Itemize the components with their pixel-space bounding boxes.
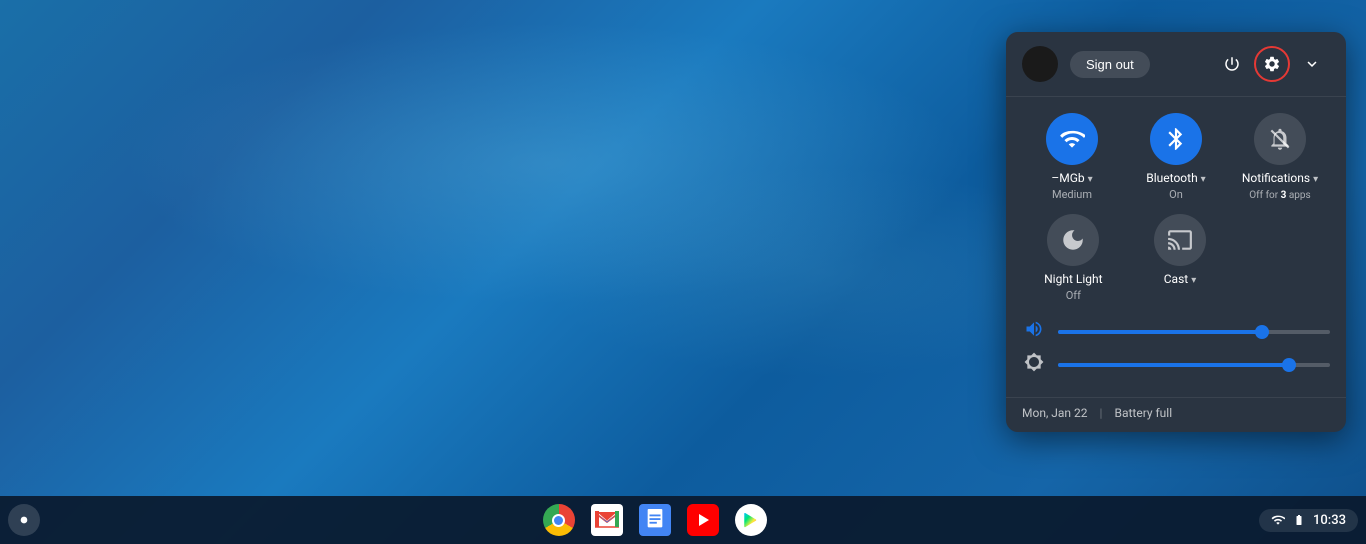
night-light-icon <box>1047 214 1099 266</box>
volume-thumb[interactable] <box>1255 325 1269 339</box>
avatar[interactable] <box>1022 46 1058 82</box>
cast-toggle[interactable]: Cast ▾ <box>1129 214 1232 303</box>
qs-footer: Mon, Jan 22 | Battery full <box>1006 397 1346 432</box>
volume-icon <box>1022 319 1046 344</box>
header-icons <box>1214 46 1330 82</box>
system-tray[interactable]: 10:33 <box>1259 509 1358 532</box>
wifi-tray-icon <box>1271 513 1285 527</box>
settings-button[interactable] <box>1254 46 1290 82</box>
wifi-label: –MGb ▾ Medium <box>1051 171 1092 202</box>
brightness-icon <box>1022 352 1046 377</box>
taskbar-app-youtube[interactable] <box>683 500 723 540</box>
wifi-icon <box>1046 113 1098 165</box>
taskbar-app-chrome[interactable] <box>539 500 579 540</box>
qs-toggles-row2: Night Light Off Cast ▾ <box>1006 210 1346 311</box>
night-light-label: Night Light Off <box>1044 272 1102 303</box>
volume-slider-row <box>1022 319 1330 344</box>
cast-icon <box>1154 214 1206 266</box>
signout-button[interactable]: Sign out <box>1070 51 1150 78</box>
collapse-button[interactable] <box>1294 46 1330 82</box>
bluetooth-icon <box>1150 113 1202 165</box>
night-light-toggle[interactable]: Night Light Off <box>1022 214 1125 303</box>
taskbar-apps <box>50 500 1259 540</box>
quick-settings-panel: Sign out <box>1006 32 1346 432</box>
brightness-thumb[interactable] <box>1282 358 1296 372</box>
notifications-toggle[interactable]: Notifications ▾ Off for 3 apps <box>1230 113 1330 202</box>
qs-header: Sign out <box>1006 32 1346 97</box>
taskbar-app-gmail[interactable] <box>587 500 627 540</box>
brightness-fill <box>1058 363 1289 367</box>
notifications-label: Notifications ▾ Off for 3 apps <box>1242 171 1318 202</box>
volume-track[interactable] <box>1058 330 1330 334</box>
bluetooth-label: Bluetooth ▾ On <box>1146 171 1205 202</box>
taskbar-app-docs[interactable] <box>635 500 675 540</box>
volume-fill <box>1058 330 1262 334</box>
bluetooth-toggle[interactable]: Bluetooth ▾ On <box>1126 113 1226 202</box>
tray-time: 10:33 <box>1313 513 1346 528</box>
power-button[interactable] <box>1214 46 1250 82</box>
taskbar: 10:33 <box>0 496 1366 544</box>
taskbar-right: 10:33 <box>1259 509 1366 532</box>
footer-battery: Battery full <box>1114 406 1172 420</box>
footer-date: Mon, Jan 22 <box>1022 406 1088 420</box>
battery-tray-icon <box>1293 513 1305 527</box>
launcher-button[interactable] <box>8 504 40 536</box>
brightness-slider-row <box>1022 352 1330 377</box>
desktop: Sign out <box>0 0 1366 544</box>
taskbar-app-play[interactable] <box>731 500 771 540</box>
taskbar-left <box>0 504 50 536</box>
qs-sliders <box>1006 311 1346 397</box>
notifications-icon <box>1254 113 1306 165</box>
cast-label: Cast ▾ <box>1164 272 1196 288</box>
qs-toggles-row1: –MGb ▾ Medium Bluetooth ▾ On <box>1006 97 1346 210</box>
brightness-track[interactable] <box>1058 363 1330 367</box>
wifi-toggle[interactable]: –MGb ▾ Medium <box>1022 113 1122 202</box>
